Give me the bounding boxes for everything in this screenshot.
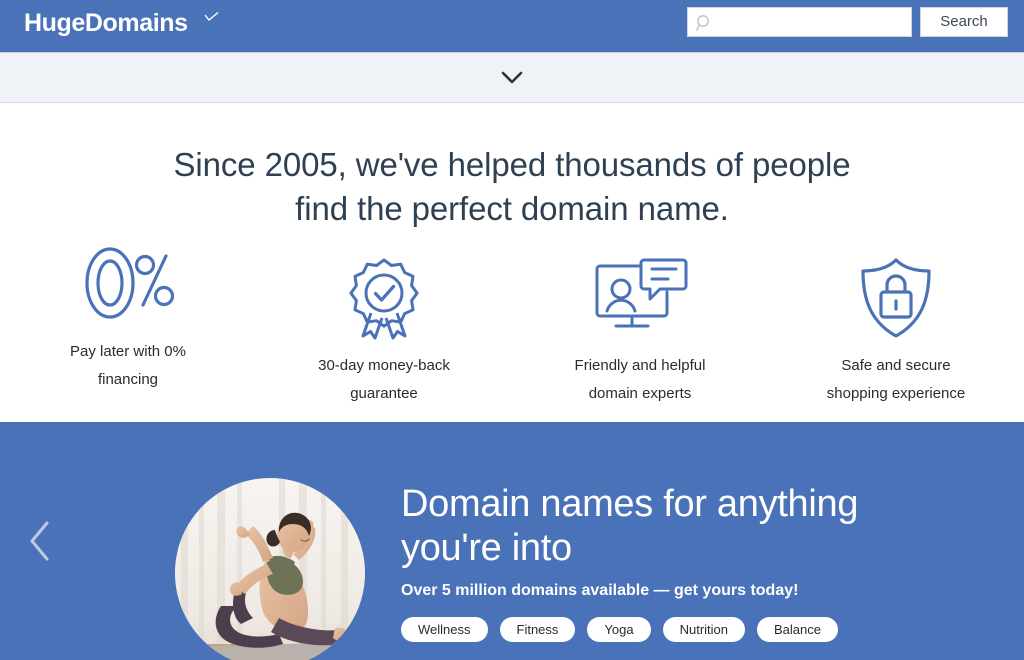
feature-label-financing: Pay later with 0% financing (70, 338, 186, 394)
feature-label-line-2: financing (97, 371, 159, 388)
shield-lock-icon (861, 258, 931, 338)
search-icon (696, 15, 709, 31)
hero-tag-wellness[interactable]: Wellness (401, 617, 488, 642)
hero-tag-nutrition[interactable]: Nutrition (662, 617, 746, 642)
feature-label-line-2: domain experts (588, 385, 692, 402)
zero-percent-icon (85, 247, 175, 319)
monitor-chat-support-icon (595, 258, 688, 328)
header-search: Search (687, 7, 1008, 37)
hero-carousel: Domain names for anything you're into Ov… (0, 422, 1024, 660)
headline-line-1: Since 2005, we've helped thousands of pe… (173, 146, 851, 183)
feature-icon-wrapper (78, 242, 178, 324)
chevron-down-icon[interactable] (501, 71, 523, 85)
feature-label-line-2: guarantee (350, 385, 418, 402)
hero-tag-fitness[interactable]: Fitness (499, 617, 576, 642)
hero-title: Domain names for anything you're into (401, 483, 859, 569)
search-field-wrapper (687, 7, 912, 37)
feature-icon-wrapper (588, 256, 692, 338)
feature-label-support: Friendly and helpful domain experts (575, 352, 706, 408)
page-root: HugeDomains Search Since 2005, we've hel… (0, 0, 1024, 660)
feature-label-line-2: shopping experience (826, 385, 966, 402)
chevron-left-icon[interactable] (26, 519, 54, 563)
site-logo-text: HugeDomains (24, 9, 188, 37)
feature-icon-wrapper (855, 256, 937, 338)
search-button[interactable]: Search (920, 7, 1008, 37)
site-header: HugeDomains Search (0, 0, 1024, 52)
feature-label-line-1: Friendly and helpful (574, 357, 706, 374)
search-input[interactable] (688, 8, 911, 36)
feature-label-secure: Safe and secure shopping experience (827, 352, 965, 408)
award-ribbon-check-icon (349, 258, 419, 340)
hero-tag-list: Wellness Fitness Yoga Nutrition Balance (401, 617, 1001, 642)
expand-collapse-bar[interactable] (0, 52, 1024, 103)
feature-list: Pay later with 0% financing 30-day money… (0, 242, 1024, 417)
hero-photo (175, 478, 365, 660)
woman-yoga-pose-photo (175, 478, 365, 660)
hero-text-block: Domain names for anything you're into Ov… (401, 482, 1001, 642)
site-logo[interactable]: HugeDomains (24, 7, 219, 39)
feature-label-guarantee: 30-day money-back guarantee (318, 352, 450, 408)
page-headline: Since 2005, we've helped thousands of pe… (0, 143, 1024, 231)
feature-label-line-1: Safe and secure (841, 357, 951, 374)
checkmark-accent-icon (204, 12, 219, 21)
hero-subtitle: Over 5 million domains available — get y… (401, 582, 799, 599)
feature-label-line-1: Pay later with 0% (70, 343, 186, 360)
hero-tag-yoga[interactable]: Yoga (587, 617, 651, 642)
feature-item-secure: Safe and secure shopping experience (768, 242, 1024, 417)
feature-item-support: Friendly and helpful domain experts (512, 242, 768, 417)
headline-line-2: find the perfect domain name. (295, 190, 729, 227)
feature-icon-wrapper (338, 256, 430, 340)
feature-item-guarantee: 30-day money-back guarantee (256, 242, 512, 417)
feature-label-line-1: 30-day money-back (318, 357, 450, 374)
hero-tag-balance[interactable]: Balance (757, 617, 838, 642)
feature-item-financing: Pay later with 0% financing (0, 242, 256, 417)
